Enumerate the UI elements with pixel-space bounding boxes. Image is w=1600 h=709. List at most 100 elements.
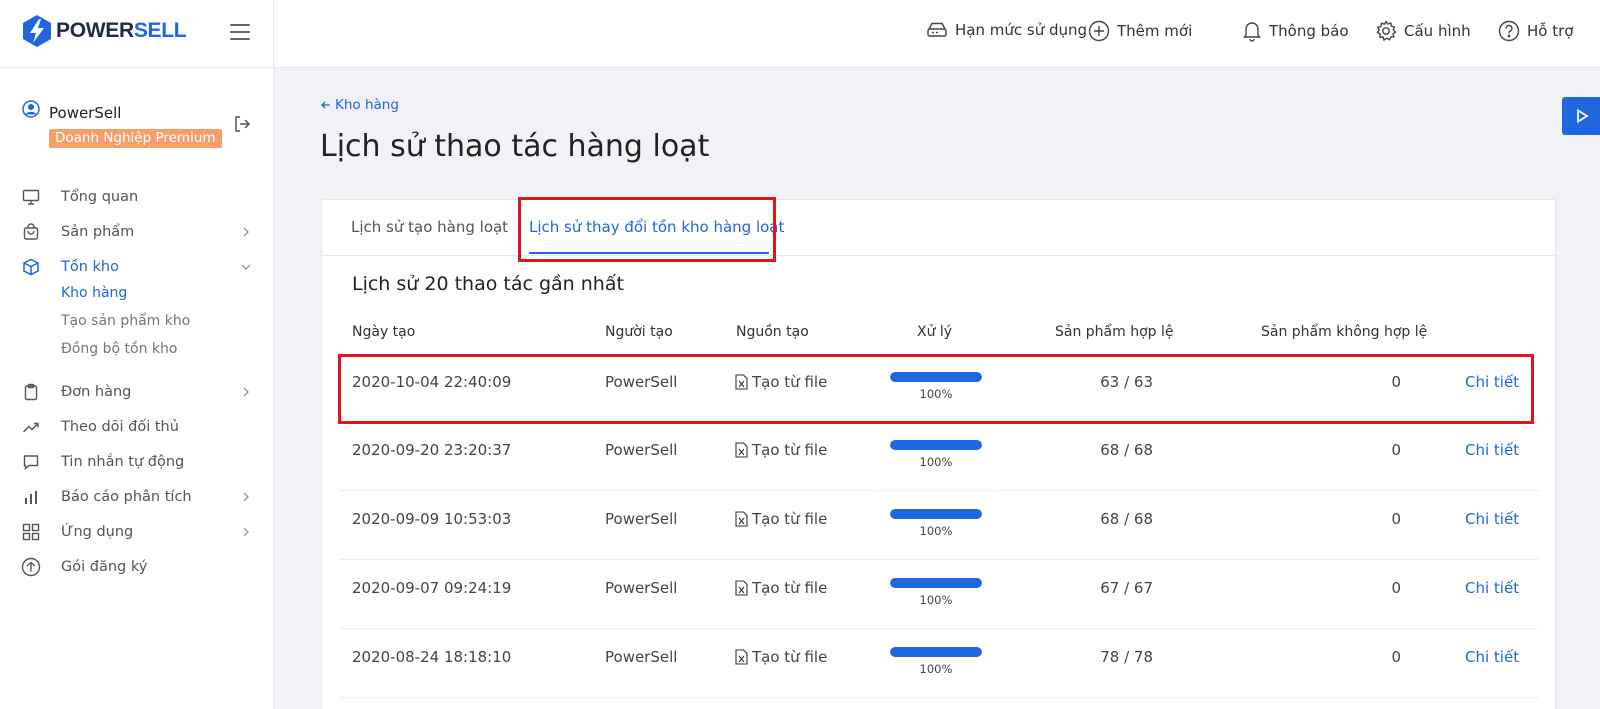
bar-chart-icon: [21, 487, 41, 507]
cell-date: 2020-09-20 23:20:37: [352, 441, 512, 459]
cell-date: 2020-08-24 18:18:10: [352, 648, 512, 666]
logo[interactable]: POWERSELL: [20, 14, 187, 48]
progress-text: 100%: [919, 593, 953, 607]
chevron-down-icon: [241, 264, 251, 270]
chevron-right-icon: [243, 527, 249, 537]
cell-source: Tạo từ file: [735, 648, 827, 666]
sidebar-item-inventory[interactable]: Tồn kho: [0, 250, 274, 284]
chevron-right-icon: [243, 227, 249, 237]
user-name: PowerSell: [49, 104, 122, 122]
col-header-invalid: Sản phẩm không hợp lệ: [1261, 324, 1428, 340]
usage-icon: [927, 22, 947, 37]
cell-source: Tạo từ file: [735, 510, 827, 528]
col-header-source: Nguồn tạo: [736, 324, 809, 340]
logo-bar: POWERSELL: [0, 0, 273, 68]
menu-toggle-icon[interactable]: [230, 24, 250, 40]
cell-date: 2020-09-09 10:53:03: [352, 510, 512, 528]
progress-text: 100%: [919, 662, 953, 676]
sidebar-subitem-warehouse[interactable]: Kho hàng: [61, 285, 127, 301]
sidebar-item-reports[interactable]: Báo cáo phân tích: [0, 480, 274, 514]
highlight-box-row: [338, 354, 1534, 424]
col-header-progress: Xử lý: [917, 324, 953, 340]
cell-valid: 78 / 78: [1100, 648, 1153, 666]
cell-invalid: 0: [1391, 510, 1401, 528]
sidebar-item-auto-messages[interactable]: Tin nhắn tự động: [0, 445, 274, 479]
history-card: Lịch sử tạo hàng loạt Lịch sử thay đổi t…: [321, 197, 1556, 709]
help-button[interactable]: Hỗ trợ: [1498, 20, 1573, 42]
progress-bar: [890, 440, 982, 450]
progress-text: 100%: [919, 455, 953, 469]
progress-bar: [890, 578, 982, 588]
excel-file-icon: [735, 442, 748, 458]
sidebar: POWERSELL PowerSell Doanh Nghiệp Premium…: [0, 0, 274, 709]
bolt-logo-icon: [23, 15, 51, 47]
bag-icon: [21, 222, 41, 242]
usage-limit-button[interactable]: Hạn mức sử dụng: [926, 20, 1087, 40]
progress-bar: [890, 509, 982, 519]
cell-valid: 68 / 68: [1100, 510, 1153, 528]
breadcrumb[interactable]: Kho hàng: [320, 97, 399, 113]
clipboard-icon: [21, 382, 41, 402]
progress-text: 100%: [919, 524, 953, 538]
tab-bulk-create-history[interactable]: Lịch sử tạo hàng loạt: [351, 218, 508, 236]
top-header: Hạn mức sử dụng Thêm mới Thông báo Cấu h…: [274, 0, 1600, 68]
settings-button[interactable]: Cấu hình: [1375, 20, 1471, 42]
trend-icon: [21, 417, 41, 437]
table-row: 2020-09-20 23:20:37 PowerSell Tạo từ fil…: [339, 422, 1539, 491]
cell-invalid: 0: [1391, 579, 1401, 597]
sidebar-item-competitors[interactable]: Theo dõi đối thủ: [0, 410, 274, 444]
cell-date: 2020-09-07 09:24:19: [352, 579, 512, 597]
detail-link[interactable]: Chi tiết: [1465, 648, 1519, 666]
detail-link[interactable]: Chi tiết: [1465, 510, 1519, 528]
progress-fill: [890, 440, 982, 450]
progress-fill: [890, 647, 982, 657]
cell-creator: PowerSell: [605, 579, 678, 597]
cell-source: Tạo từ file: [735, 579, 827, 597]
monitor-icon: [21, 187, 41, 207]
play-guide-button[interactable]: [1562, 97, 1600, 135]
table-row: 2020-09-07 09:24:19 PowerSell Tạo từ fil…: [339, 560, 1539, 629]
detail-link[interactable]: Chi tiết: [1465, 441, 1519, 459]
apps-icon: [21, 522, 41, 542]
sidebar-item-orders[interactable]: Đơn hàng: [0, 375, 274, 409]
plus-circle-icon: [1088, 20, 1110, 42]
table-row: 2020-08-24 18:18:10 PowerSell Tạo từ fil…: [339, 629, 1539, 698]
sidebar-item-overview[interactable]: Tổng quan: [0, 180, 274, 214]
progress-fill: [890, 509, 982, 519]
user-panel: PowerSell Doanh Nghiệp Premium: [20, 98, 260, 158]
sidebar-item-apps[interactable]: Ứng dụng: [0, 515, 274, 549]
col-header-creator: Người tạo: [605, 324, 673, 340]
plan-badge: Doanh Nghiệp Premium: [49, 129, 222, 148]
page-title: Lịch sử thao tác hàng loạt: [320, 129, 710, 164]
excel-file-icon: [735, 580, 748, 596]
sidebar-item-products[interactable]: Sản phẩm: [0, 215, 274, 249]
upgrade-icon: [21, 557, 41, 577]
progress-bar: [890, 647, 982, 657]
col-header-valid: Sản phẩm hợp lệ: [1055, 324, 1174, 340]
cell-invalid: 0: [1391, 441, 1401, 459]
cell-source: Tạo từ file: [735, 441, 827, 459]
cell-creator: PowerSell: [605, 648, 678, 666]
detail-link[interactable]: Chi tiết: [1465, 579, 1519, 597]
sidebar-subitem-create-product[interactable]: Tạo sản phẩm kho: [61, 313, 190, 329]
logout-icon[interactable]: [232, 114, 252, 134]
logo-text: POWERSELL: [56, 19, 187, 42]
excel-file-icon: [735, 649, 748, 665]
chevron-right-icon: [243, 387, 249, 397]
cell-valid: 68 / 68: [1100, 441, 1153, 459]
cell-invalid: 0: [1391, 648, 1401, 666]
cell-creator: PowerSell: [605, 510, 678, 528]
excel-file-icon: [735, 511, 748, 527]
progress-fill: [890, 578, 982, 588]
sidebar-item-subscription[interactable]: Gói đăng ký: [0, 550, 274, 584]
sidebar-subitem-sync-inventory[interactable]: Đồng bộ tồn kho: [61, 341, 177, 357]
cell-creator: PowerSell: [605, 441, 678, 459]
chevron-right-icon: [243, 492, 249, 502]
table-row: 2020-09-09 10:53:03 PowerSell Tạo từ fil…: [339, 491, 1539, 560]
chat-icon: [21, 452, 41, 472]
help-icon: [1498, 20, 1520, 42]
bell-icon: [1243, 22, 1261, 42]
add-new-button[interactable]: Thêm mới: [1088, 20, 1192, 42]
notifications-button[interactable]: Thông báo: [1242, 20, 1349, 42]
highlight-box-tab: [518, 197, 776, 262]
